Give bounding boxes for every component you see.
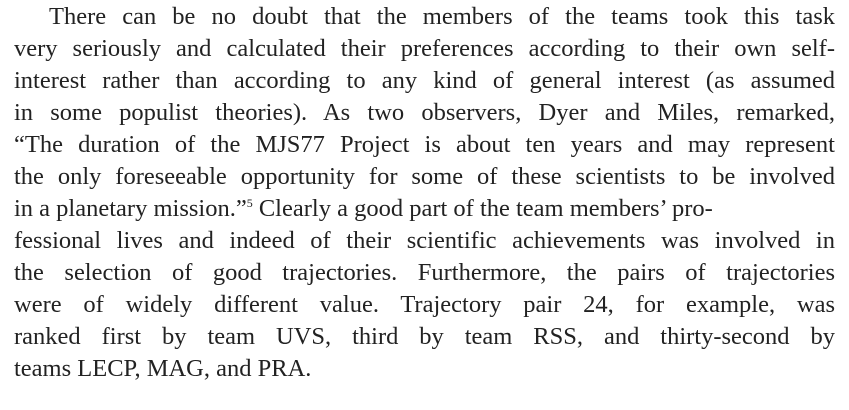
text-line: ranked first by team UVS, third by team … [14, 322, 835, 352]
text-line-content: ranked first by team UVS, third by team … [14, 323, 835, 350]
text-line-content: “The duration of the MJS77 Project is ab… [14, 131, 835, 158]
text-line: interest rather than according to any ki… [14, 66, 835, 96]
text-line-content: interest rather than according to any ki… [14, 67, 835, 94]
text-line: in some populist theories). As two obser… [14, 98, 835, 128]
text-line: “The duration of the MJS77 Project is ab… [14, 130, 835, 160]
text-line-content: in some populist theories). As two obser… [14, 99, 835, 126]
text-line-content: fessional lives and indeed of their scie… [14, 227, 835, 254]
text-line: the only foreseeable opportunity for som… [14, 162, 835, 192]
text-line-content: were of widely different value. Trajecto… [14, 291, 835, 318]
text-line: in a planetary mission.”5 Clearly a good… [14, 194, 835, 224]
text-line-content: very seriously and calculated their pref… [14, 35, 835, 62]
text-line-content: the only foreseeable opportunity for som… [14, 163, 835, 190]
page: There can be no doubt that the members o… [0, 0, 849, 410]
text-line: teams LECP, MAG, and PRA. [14, 354, 311, 384]
text-line-content: Clearly a good part of the team members’… [252, 195, 713, 222]
text-line-content: in a planetary mission.” [14, 195, 247, 222]
text-line-content: teams LECP, MAG, and PRA. [14, 355, 312, 382]
text-line: were of widely different value. Trajecto… [14, 290, 835, 320]
text-line: the selection of good trajectories. Furt… [14, 258, 835, 288]
text-line: very seriously and calculated their pref… [14, 34, 835, 64]
text-line: fessional lives and indeed of their scie… [14, 226, 835, 256]
text-line-content: the selection of good trajectories. Furt… [14, 259, 835, 286]
text-line-content: There can be no doubt that the members o… [49, 3, 835, 30]
text-line: There can be no doubt that the members o… [49, 2, 835, 32]
